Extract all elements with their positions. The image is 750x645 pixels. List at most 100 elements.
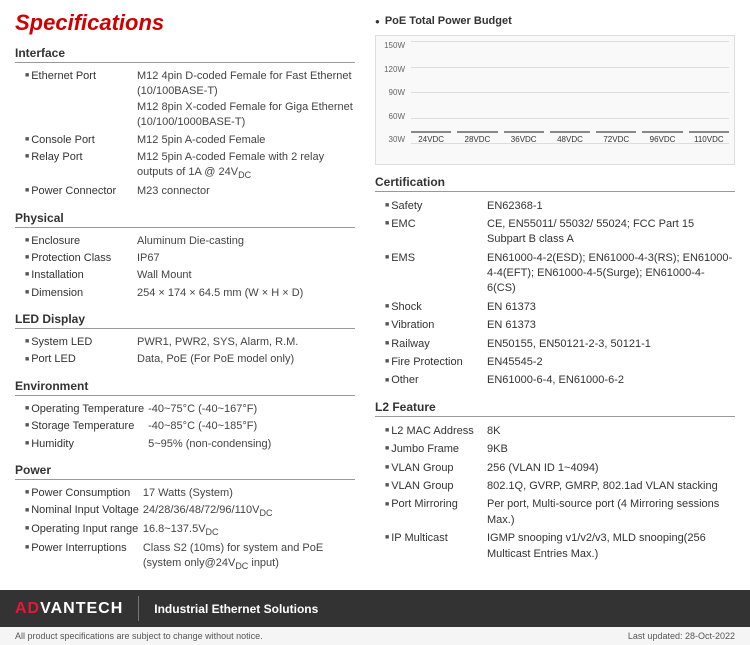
table-row: Power Interruptions Class S2 (10ms) for …: [15, 540, 355, 574]
label-emc: EMC: [375, 215, 485, 249]
value-jumbo: 9KB: [485, 441, 735, 459]
bar-group-24vdc: 24VDC: [411, 131, 451, 144]
section-cert-title: Certification: [375, 175, 735, 192]
value-humidity: 5~95% (non-condensing): [146, 436, 355, 453]
label-l2mac: L2 MAC Address: [375, 422, 485, 440]
footer: ADVANTECH Industrial Ethernet Solutions: [0, 590, 750, 627]
value-op-temp: -40~75°C (-40~167°F): [146, 401, 355, 418]
label-jumbo: Jumbo Frame: [375, 441, 485, 459]
value-storage-temp: -40~85°C (-40~185°F): [146, 418, 355, 435]
footer-note: All product specifications are subject t…: [0, 627, 750, 645]
label-vibration: Vibration: [375, 317, 485, 335]
table-row: IP Multicast IGMP snooping v1/v2/v3, MLD…: [375, 530, 735, 564]
value-other: EN61000-6-4, EN61000-6-2: [485, 372, 735, 390]
value-vlan-group-2: 802.1Q, GVRP, GMRP, 802.1ad VLAN stackin…: [485, 477, 735, 495]
value-protection-class: IP67: [135, 250, 355, 267]
table-row: EMC CE, EN55011/ 55032/ 55024; FCC Part …: [375, 215, 735, 249]
footer-tagline: Industrial Ethernet Solutions: [154, 602, 318, 616]
chart-bars: 24VDC 28VDC 36VDC 48VDC: [411, 41, 729, 144]
physical-table: Enclosure Aluminum Die-casting Protectio…: [15, 233, 355, 303]
bar-label-24vdc: 24VDC: [418, 135, 444, 144]
section-power-title: Power: [15, 463, 355, 480]
interface-table: Ethernet Port M12 4pin D-coded Female fo…: [15, 68, 355, 201]
bar-label-110vdc: 110VDC: [694, 135, 724, 144]
table-row: Enclosure Aluminum Die-casting: [15, 233, 355, 250]
footer-divider: [138, 596, 139, 621]
bar-label-96vdc: 96VDC: [650, 135, 676, 144]
value-system-led: PWR1, PWR2, SYS, Alarm, R.M.: [135, 334, 355, 351]
label-installation: Installation: [15, 267, 135, 284]
l2-table: L2 MAC Address 8K Jumbo Frame 9KB VLAN G…: [375, 422, 735, 563]
table-row: Other EN61000-6-4, EN61000-6-2: [375, 372, 735, 390]
value-railway: EN50155, EN50121-2-3, 50121-1: [485, 335, 735, 353]
label-ip-multicast: IP Multicast: [375, 530, 485, 564]
bar-group-28vdc: 28VDC: [457, 131, 497, 144]
left-column: Specifications Interface Ethernet Port M…: [15, 10, 355, 578]
table-row: VLAN Group 802.1Q, GVRP, GMRP, 802.1ad V…: [375, 477, 735, 495]
footer-note-left: All product specifications are subject t…: [15, 631, 263, 641]
label-shock: Shock: [375, 298, 485, 316]
table-row: Humidity 5~95% (non-condensing): [15, 436, 355, 453]
table-row: Protection Class IP67: [15, 250, 355, 267]
table-row: Jumbo Frame 9KB: [375, 441, 735, 459]
value-fire-protection: EN45545-2: [485, 354, 735, 372]
label-vlan-group-1: VLAN Group: [375, 459, 485, 477]
bar-96vdc: [642, 131, 682, 133]
bar-group-72vdc: 72VDC: [596, 131, 636, 144]
page-title: Specifications: [15, 10, 355, 36]
table-row: Relay Port M12 5pin A-coded Female with …: [15, 149, 355, 183]
y-label-0: 30W: [376, 135, 405, 144]
label-system-led: System LED: [15, 334, 135, 351]
label-console: Console Port: [15, 132, 135, 149]
table-row: Nominal Input Voltage 24/28/36/48/72/96/…: [15, 502, 355, 521]
label-op-temp: Operating Temperature: [15, 401, 146, 418]
value-port-mirroring: Per port, Multi-source port (4 Mirroring…: [485, 496, 735, 530]
table-row: Railway EN50155, EN50121-2-3, 50121-1: [375, 335, 735, 353]
value-port-led: Data, PoE (For PoE model only): [135, 351, 355, 368]
y-label-2: 90W: [376, 88, 405, 97]
table-row: Storage Temperature -40~85°C (-40~185°F): [15, 418, 355, 435]
label-ems: EMS: [375, 249, 485, 298]
bar-48vdc: [550, 131, 590, 133]
section-l2-title: L2 Feature: [375, 400, 735, 417]
value-power-connector: M23 connector: [135, 183, 355, 200]
y-label-3: 120W: [376, 65, 405, 74]
chart-title: PoE Total Power Budget: [375, 15, 735, 27]
value-relay: M12 5pin A-coded Female with 2 relay out…: [135, 149, 355, 183]
value-ems: EN61000-4-2(ESD); EN61000-4-3(RS); EN610…: [485, 249, 735, 298]
label-other: Other: [375, 372, 485, 390]
chart-area: 30W 60W 90W 120W 150W 24VDC: [375, 35, 735, 165]
bar-label-48vdc: 48VDC: [557, 135, 583, 144]
label-port-mirroring: Port Mirroring: [375, 496, 485, 530]
value-emc: CE, EN55011/ 55032/ 55024; FCC Part 15 S…: [485, 215, 735, 249]
bar-group-48vdc: 48VDC: [550, 131, 590, 144]
value-ethernet: M12 4pin D-coded Female for Fast Etherne…: [135, 68, 355, 132]
table-row: Dimension 254 × 174 × 64.5 mm (W × H × D…: [15, 285, 355, 302]
bar-group-96vdc: 96VDC: [642, 131, 682, 144]
table-row: Shock EN 61373: [375, 298, 735, 316]
value-dimension: 254 × 174 × 64.5 mm (W × H × D): [135, 285, 355, 302]
value-power-interruptions: Class S2 (10ms) for system and PoE (syst…: [141, 540, 355, 574]
footer-logo: ADVANTECH: [15, 600, 123, 618]
led-table: System LED PWR1, PWR2, SYS, Alarm, R.M. …: [15, 334, 355, 369]
y-label-1: 60W: [376, 112, 405, 121]
bar-group-110vdc: 110VDC: [689, 131, 729, 144]
bar-72vdc: [596, 131, 636, 133]
value-console: M12 5pin A-coded Female: [135, 132, 355, 149]
bar-label-36vdc: 36VDC: [511, 135, 537, 144]
table-row: Operating Temperature -40~75°C (-40~167°…: [15, 401, 355, 418]
bar-group-36vdc: 36VDC: [504, 131, 544, 144]
table-row: Operating Input range 16.8~137.5VDC: [15, 521, 355, 540]
label-safety: Safety: [375, 197, 485, 215]
value-vibration: EN 61373: [485, 317, 735, 335]
bar-110vdc: [689, 131, 729, 133]
y-axis: 30W 60W 90W 120W 150W: [376, 41, 408, 144]
environment-table: Operating Temperature -40~75°C (-40~167°…: [15, 401, 355, 453]
label-nominal-voltage: Nominal Input Voltage: [15, 502, 141, 521]
label-vlan-group-2: VLAN Group: [375, 477, 485, 495]
logo-adv: AD: [15, 600, 40, 617]
table-row: Fire Protection EN45545-2: [375, 354, 735, 372]
label-storage-temp: Storage Temperature: [15, 418, 146, 435]
power-table: Power Consumption 17 Watts (System) Nomi…: [15, 485, 355, 574]
table-row: Installation Wall Mount: [15, 267, 355, 284]
